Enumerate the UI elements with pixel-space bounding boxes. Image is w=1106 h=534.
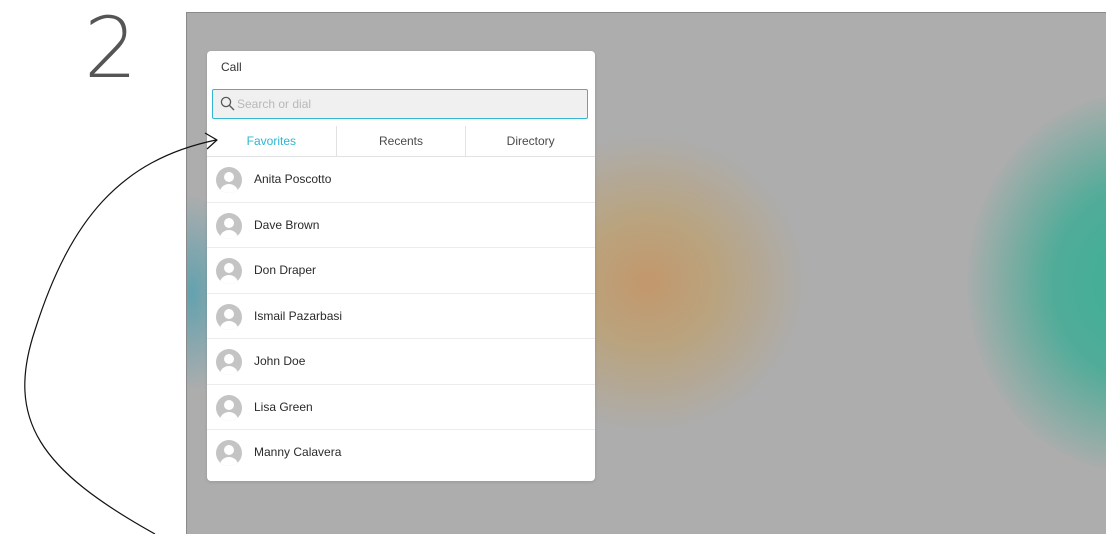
- step-number: 2: [84, 0, 138, 97]
- tab-directory[interactable]: Directory: [466, 126, 595, 156]
- contact-name: Don Draper: [254, 263, 317, 277]
- contact-name: Lisa Green: [254, 399, 313, 414]
- contact-name: Manny Calavera: [254, 445, 342, 459]
- contact-name: Dave Brown: [254, 217, 320, 232]
- list-item[interactable]: Lisa Green: [207, 385, 595, 430]
- dialog-title: Call: [221, 60, 242, 74]
- list-item[interactable]: Manny Calavera: [207, 430, 595, 476]
- list-item[interactable]: Dave Brown: [207, 203, 595, 248]
- list-item[interactable]: Don Draper: [207, 248, 595, 294]
- tab-favorites[interactable]: Favorites: [207, 126, 337, 156]
- contact-name: Ismail Pazarbasi: [254, 308, 343, 323]
- person-avatar-icon: [216, 303, 242, 330]
- search-icon: [220, 96, 235, 111]
- favorites-list: Anita Poscotto Dave Brown Don Draper Ism…: [207, 157, 595, 476]
- person-avatar-icon: [216, 212, 242, 239]
- person-avatar-icon: [216, 394, 242, 421]
- call-tabs: Favorites Recents Directory: [207, 126, 595, 157]
- search-input[interactable]: [237, 90, 577, 118]
- person-avatar-icon: [216, 349, 242, 375]
- contact-name: Anita Poscotto: [254, 172, 332, 186]
- person-avatar-icon: [216, 258, 242, 284]
- list-item[interactable]: John Doe: [207, 339, 595, 385]
- search-field[interactable]: [212, 89, 588, 119]
- call-dialog: Call Favorites Recents Directory: [207, 51, 595, 481]
- list-item[interactable]: Ismail Pazarbasi: [207, 294, 595, 339]
- contact-name: John Doe: [254, 354, 306, 368]
- person-avatar-icon: [216, 167, 242, 193]
- background-green-glow: [967, 93, 1106, 473]
- tab-recents[interactable]: Recents: [337, 126, 467, 156]
- person-avatar-icon: [216, 440, 242, 466]
- list-item[interactable]: Anita Poscotto: [207, 157, 595, 203]
- instruction-page: 2 Call Favorites Recents Directory: [0, 0, 1106, 534]
